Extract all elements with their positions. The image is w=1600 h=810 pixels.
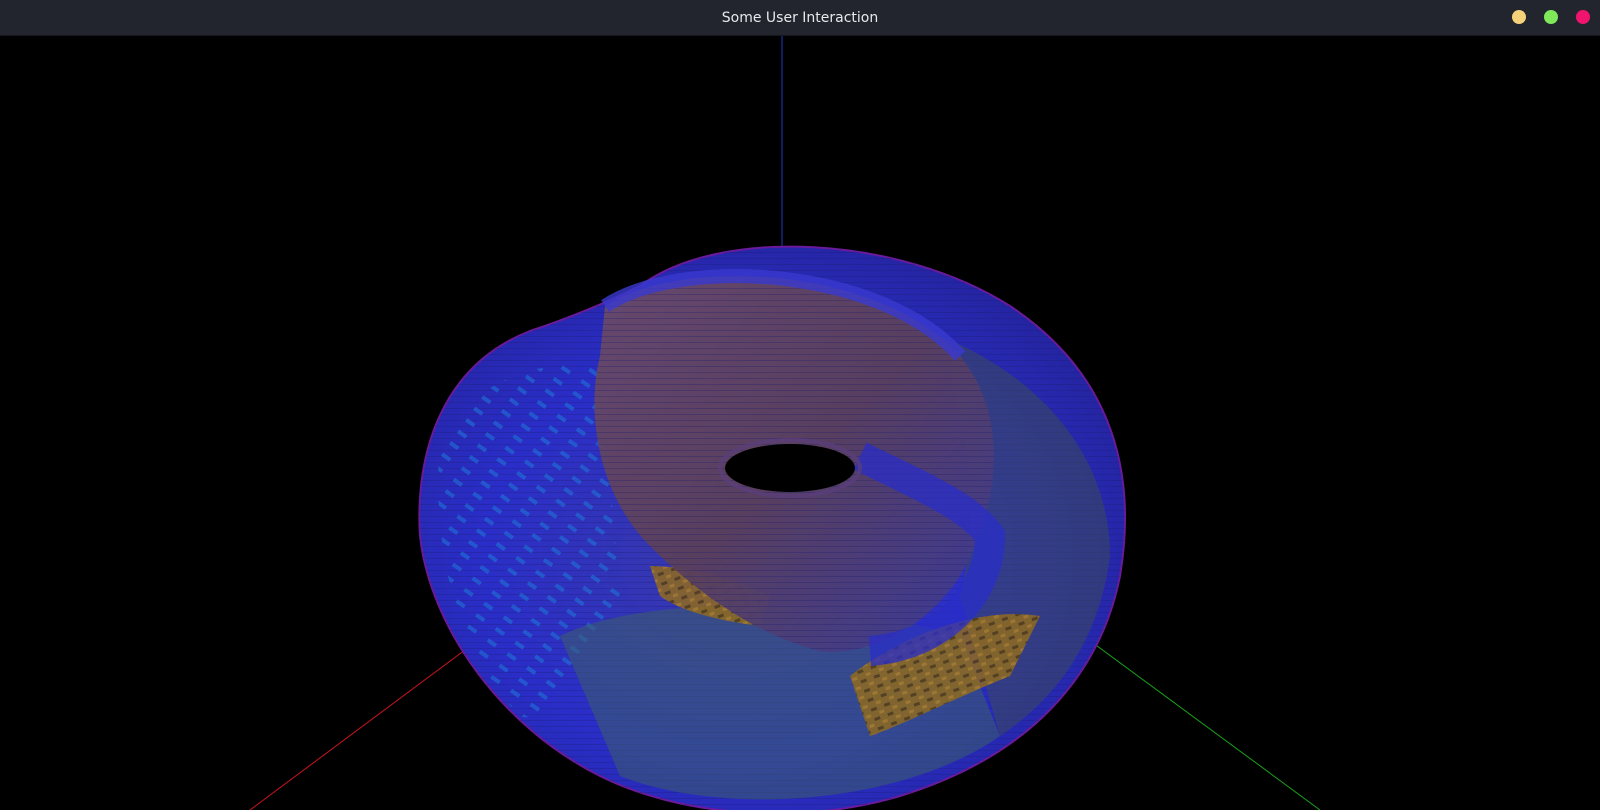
torus-center-hole bbox=[725, 444, 855, 492]
3d-viewport[interactable] bbox=[0, 36, 1600, 810]
app-window: Some User Interaction bbox=[0, 0, 1600, 810]
window-title: Some User Interaction bbox=[721, 10, 879, 26]
title-bar[interactable]: Some User Interaction bbox=[0, 0, 1600, 36]
minimize-button[interactable] bbox=[1512, 10, 1526, 24]
scene-canvas[interactable] bbox=[0, 36, 1600, 810]
window-controls bbox=[1512, 10, 1590, 26]
maximize-button[interactable] bbox=[1544, 10, 1558, 24]
close-button[interactable] bbox=[1576, 10, 1590, 24]
